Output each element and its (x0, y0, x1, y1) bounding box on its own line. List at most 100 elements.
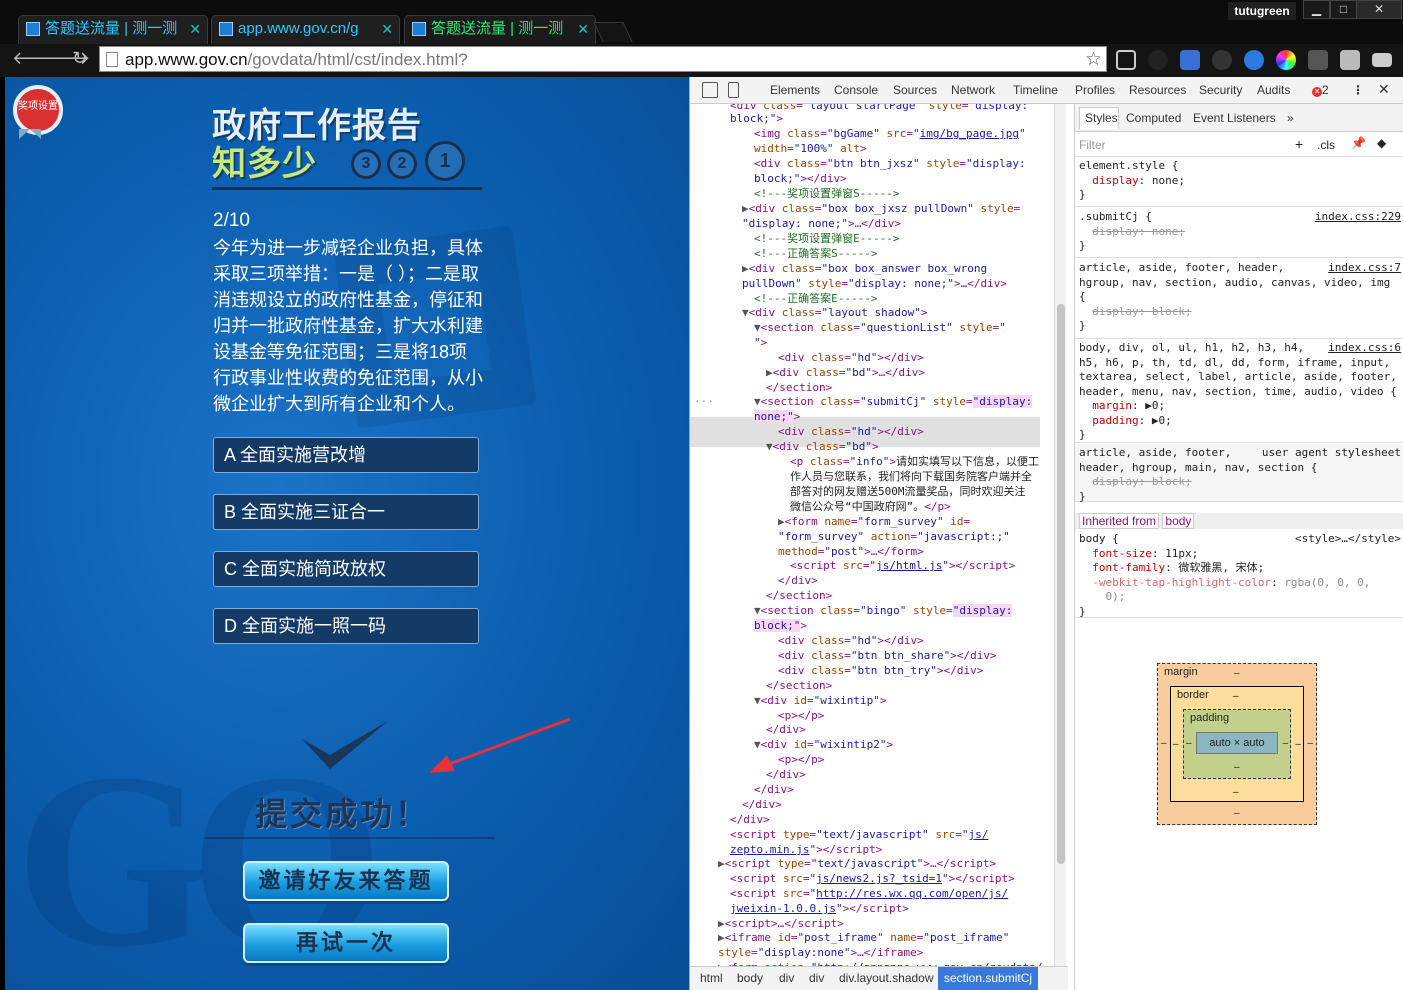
tab-network[interactable]: Network (951, 83, 995, 97)
color-format-icon[interactable]: ◆ (1377, 136, 1386, 150)
close-tab-icon[interactable]: ✕ (381, 16, 393, 42)
border-right-value: – (1295, 739, 1301, 750)
new-tab-button[interactable] (593, 22, 633, 42)
tab-elements[interactable]: Elements (770, 83, 820, 97)
globe-extension-icon[interactable] (1244, 50, 1264, 70)
border-bottom-value: – (1233, 787, 1239, 798)
reload-icon[interactable]: ↻ (72, 48, 87, 69)
color-extension-icon[interactable] (1276, 50, 1296, 70)
retry-button[interactable]: 再试一次 (243, 923, 449, 963)
border-label: border (1177, 689, 1209, 701)
breadcrumb-item[interactable]: body (737, 971, 763, 985)
invite-friends-button[interactable]: 邀请好友来答题 (243, 861, 449, 901)
error-count-value: 2 (1322, 83, 1329, 97)
styles-filter: Filter + .cls 📌 ◆ (1075, 133, 1403, 157)
padding-right-value: – (1282, 738, 1288, 749)
margin-label: margin (1164, 666, 1198, 678)
tab-sources[interactable]: Sources (893, 83, 937, 97)
medal-3-icon: 3 (351, 149, 381, 179)
tab-audits[interactable]: Audits (1257, 83, 1290, 97)
border-top-value: – (1233, 691, 1239, 702)
breadcrumb-item[interactable]: div.layout.shadow (839, 971, 934, 985)
question-text: 今年为进一步减轻企业负担，具体采取三项举措：一是（ ）；二是取消违规设立的政府性… (213, 238, 483, 414)
prize-settings-badge[interactable]: 奖项设置 (13, 85, 63, 135)
padding-label: padding (1190, 712, 1230, 724)
page-favicon-icon (412, 22, 426, 36)
page-icon (106, 52, 118, 67)
bookmark-star-icon[interactable]: ☆ (1085, 48, 1102, 71)
extension-icon[interactable] (1148, 50, 1168, 70)
option-b[interactable]: B 全面实施三证合一 (213, 494, 479, 530)
style-rule[interactable]: index.css:6 body, div, ol, ul, h1, h2, h3… (1075, 339, 1403, 443)
close-devtools-icon[interactable]: ✕ (1378, 81, 1390, 98)
style-rule[interactable]: index.css:7 article, aside, footer, heade… (1075, 259, 1403, 339)
close-window-button[interactable]: ✕ (1356, 0, 1402, 19)
tab-2[interactable]: app.www.gov.cn/g ✕ (211, 15, 400, 44)
option-c[interactable]: C 全面实施简政放权 (213, 551, 479, 587)
profile-name[interactable]: tutugreen (1228, 2, 1296, 20)
tab-profiles[interactable]: Profiles (1075, 83, 1115, 97)
inherited-header: Inherited from body (1075, 513, 1403, 529)
logo-underline (212, 187, 482, 190)
device-mode-icon[interactable] (728, 82, 739, 98)
breadcrumb-item[interactable]: div (779, 971, 794, 985)
tab-console[interactable]: Console (834, 83, 878, 97)
inspect-element-icon[interactable] (702, 82, 718, 98)
tab-security[interactable]: Security (1199, 83, 1242, 97)
margin-left-value: – (1161, 738, 1167, 749)
devtools-tabbar: Elements Console Sources Network Timelin… (690, 77, 1403, 104)
padding-left-value: – (1186, 738, 1192, 749)
tab-event-listeners[interactable]: Event Listeners (1193, 111, 1276, 125)
pin-icon[interactable]: 📌 (1351, 136, 1366, 150)
filter-input[interactable]: Filter (1079, 138, 1106, 152)
elements-tree[interactable]: <div class="layout startPage" style="dis… (690, 104, 1060, 968)
more-tabs-icon[interactable]: » (1287, 111, 1294, 125)
success-message: 提交成功！ (255, 796, 431, 832)
extension-icon[interactable] (1116, 50, 1136, 70)
tab-computed[interactable]: Computed (1126, 111, 1181, 125)
breadcrumb-item[interactable]: div (809, 971, 824, 985)
qr-extension-icon[interactable] (1308, 50, 1328, 70)
menu-icon[interactable] (1372, 53, 1392, 67)
medal-2-icon: 2 (387, 149, 417, 179)
style-rule: user agent stylesheet article, aside, foo… (1075, 444, 1403, 503)
download-extension-icon[interactable] (1180, 50, 1200, 70)
question-progress: 2/10 (213, 210, 250, 231)
success-underline (205, 837, 495, 839)
border-box: border – – – – padding – – – auto × auto (1170, 686, 1304, 802)
option-a[interactable]: A 全面实施营改增 (213, 437, 479, 473)
inherited-label: Inherited from (1079, 513, 1160, 529)
tab-resources[interactable]: Resources (1129, 83, 1186, 97)
inherited-tag[interactable]: body (1162, 513, 1195, 529)
add-rule-icon[interactable]: + (1295, 136, 1303, 152)
style-rule[interactable]: index.css:229 .submitCj { display: none; … (1075, 208, 1403, 258)
minimize-button[interactable]: ▁ (1303, 0, 1330, 19)
border-left-value: – (1173, 739, 1179, 750)
close-tab-icon[interactable]: ✕ (577, 16, 589, 42)
class-toggle[interactable]: .cls (1317, 138, 1335, 152)
tab-1[interactable]: 答题送流量 | 测一测 ✕ (18, 15, 208, 44)
more-options-icon[interactable]: ⋮ (1352, 83, 1364, 97)
close-tab-icon[interactable]: ✕ (189, 16, 201, 42)
incognito-extension-icon[interactable] (1340, 50, 1360, 70)
address-bar[interactable]: app.www.gov.cn/govdata/html/cst/index.ht… (99, 46, 1107, 72)
maximize-button[interactable]: □ (1330, 0, 1357, 19)
style-rule[interactable]: <style>…</style> body { font-size: 11px; … (1075, 530, 1403, 618)
option-d[interactable]: D 全面实施一照一码 (213, 608, 479, 644)
style-rule[interactable]: element.style { display: none; } (1075, 157, 1403, 207)
padding-bottom-value: – (1234, 762, 1240, 773)
checkmark-icon (302, 721, 388, 769)
scrollbar-thumb[interactable] (1057, 304, 1065, 864)
breadcrumb: html body div div div.layout.shadow sect… (690, 966, 1068, 990)
elements-scrollbar[interactable] (1054, 104, 1066, 968)
tab-styles[interactable]: Styles (1085, 111, 1118, 125)
breadcrumb-item-selected[interactable]: section.submitCj (938, 967, 1039, 990)
url-text[interactable]: app.www.gov.cn/govdata/html/cst/index.ht… (125, 50, 468, 70)
error-count[interactable]: ✕ 2 (1312, 83, 1329, 97)
tab-3-active[interactable]: 答题送流量 | 测一测 ✕ (404, 15, 596, 44)
breadcrumb-item[interactable]: html (700, 971, 723, 985)
quiz-page: GO 奖项设置 政府工作报告 知多少 3 2 1 2/10 今年为进一步减轻企业… (5, 77, 689, 990)
tab-timeline[interactable]: Timeline (1013, 83, 1058, 97)
margin-bottom-value: – (1234, 808, 1240, 819)
settings-extension-icon[interactable] (1212, 50, 1232, 70)
